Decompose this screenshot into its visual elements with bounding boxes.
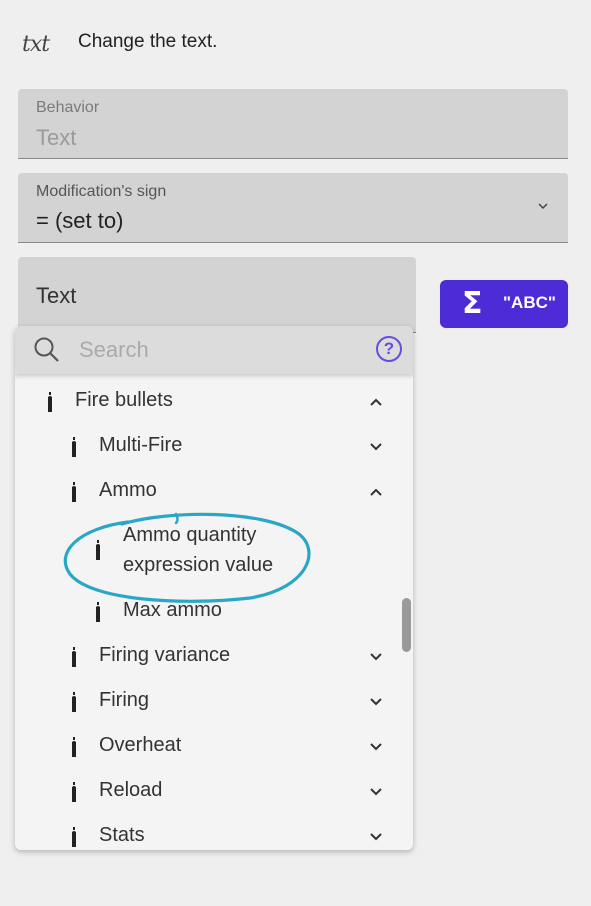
bullet-icon [96, 602, 100, 622]
behavior-value: Text [36, 125, 77, 150]
help-icon[interactable]: ? [376, 336, 402, 362]
tree-item-label: Ammo [99, 479, 157, 501]
chevron-down-icon[interactable] [369, 786, 383, 798]
tree-item[interactable]: Firing variance [15, 637, 401, 682]
expression-tree: Fire bullets Multi-Fire Ammo Ammo quantity e… [15, 374, 401, 850]
tree-item-label: Stats [99, 824, 145, 846]
tree-item[interactable]: Ammo quantity expression value [15, 517, 401, 587]
tree-item-label: Overheat [99, 734, 182, 756]
text-input-value: Text [36, 283, 77, 308]
text-input[interactable]: Text [18, 257, 416, 333]
modification-sign-value: = (set to) [36, 208, 124, 233]
tree-item[interactable]: Overheat [15, 727, 401, 772]
bullet-icon [72, 827, 76, 847]
tree-item[interactable]: Multi-Fire [15, 427, 401, 472]
bullet-icon [72, 437, 76, 457]
tree-item-label: Fire bullets [75, 389, 173, 411]
chevron-up-icon[interactable] [369, 486, 383, 498]
expression-autocomplete-panel: ? Fire bullets Multi-Fire Ammo Ammo quantit… [15, 326, 413, 850]
scrollbar-thumb[interactable] [402, 598, 411, 652]
tree-item[interactable]: Max ammo [15, 592, 401, 637]
tree-item-label: Multi-Fire [99, 434, 183, 456]
bullet-icon [72, 482, 76, 502]
chevron-down-icon[interactable] [369, 831, 383, 843]
bullet-icon [48, 392, 52, 412]
bullet-icon [96, 540, 100, 560]
tree-item-label: Ammo quantity [123, 524, 257, 546]
tree-item[interactable]: Reload [15, 772, 401, 817]
modification-sign-label: Modification's sign [36, 183, 167, 200]
bullet-icon [72, 647, 76, 667]
chevron-down-icon[interactable] [369, 741, 383, 753]
instruction-header: txt Change the text. [20, 28, 560, 58]
expression-editor-label: "ABC" [503, 293, 556, 312]
tree-item-label-line2: expression value [123, 554, 274, 576]
txt-icon: txt [22, 32, 50, 57]
search-input[interactable] [77, 334, 361, 366]
page: txt Change the text. Behavior Text Modif… [0, 0, 591, 906]
expression-editor-button[interactable]: Σ "ABC" [440, 280, 568, 328]
instruction-text: Change the text. [78, 31, 218, 52]
behavior-label: Behavior [36, 99, 100, 116]
modification-sign-select[interactable]: Modification's sign = (set to) [18, 173, 568, 243]
bullet-icon [72, 737, 76, 757]
tree-item[interactable]: Fire bullets [15, 382, 401, 427]
tree-item-label: Firing variance [99, 644, 231, 666]
bullet-icon [72, 782, 76, 802]
chevron-down-icon[interactable] [369, 651, 383, 663]
tree-item[interactable]: Stats [15, 817, 401, 850]
chevron-down-icon[interactable] [369, 441, 383, 453]
search-bar: ? [15, 326, 413, 374]
chevron-down-icon[interactable] [369, 696, 383, 708]
tree-item-label: Max ammo [123, 599, 222, 621]
tree-item[interactable]: Ammo [15, 472, 401, 517]
behavior-field[interactable]: Behavior Text [18, 89, 568, 159]
chevron-up-icon[interactable] [369, 396, 383, 408]
tree-item[interactable]: Firing [15, 682, 401, 727]
bullet-icon [72, 692, 76, 712]
search-icon [34, 337, 59, 362]
tree-item-label: Firing [99, 689, 150, 711]
chevron-down-icon [538, 203, 548, 210]
sigma-icon: Σ [462, 286, 483, 321]
tree-item-label: Reload [99, 779, 163, 801]
